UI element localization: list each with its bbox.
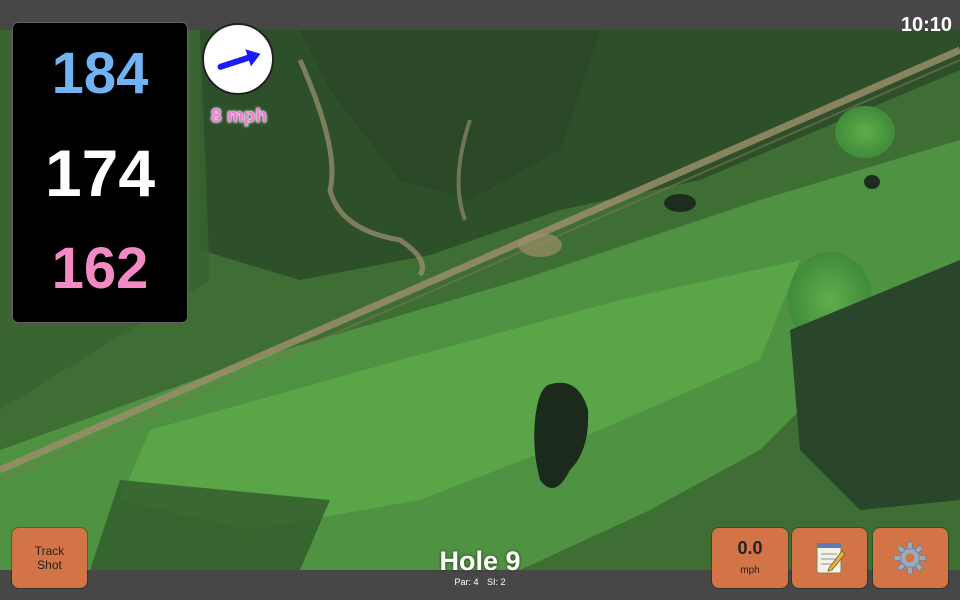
hole-par: Par: 4 <box>454 577 479 587</box>
distance-panel: 184 174 162 <box>12 22 188 323</box>
hole-title: Hole 9 <box>439 546 521 576</box>
speed-unit: mph <box>740 565 760 576</box>
speed-button[interactable]: 0.0 mph <box>712 528 788 588</box>
hole-meta: Par: 4 SI: 2 <box>380 577 580 587</box>
wind-speed-label: 8 mph <box>211 106 267 127</box>
speed-value: 0.0 <box>737 538 763 558</box>
notepad-icon <box>816 543 845 574</box>
back-distance: 184 <box>51 41 149 106</box>
track-shot-button[interactable]: Track Shot <box>12 528 87 588</box>
wind-arrow-icon <box>217 49 261 70</box>
hole-stroke-index: SI: 2 <box>487 577 506 587</box>
gear-icon <box>893 541 927 575</box>
status-time: 10:10 <box>900 14 952 36</box>
front-distance: 162 <box>51 236 149 301</box>
settings-button[interactable] <box>873 528 948 588</box>
wind-direction-dial <box>202 23 274 95</box>
track-shot-label-line1: Track <box>34 544 65 558</box>
track-shot-label-line2: Shot <box>37 558 62 572</box>
scorecard-notes-button[interactable] <box>792 528 867 588</box>
middle-distance: 174 <box>44 136 156 210</box>
